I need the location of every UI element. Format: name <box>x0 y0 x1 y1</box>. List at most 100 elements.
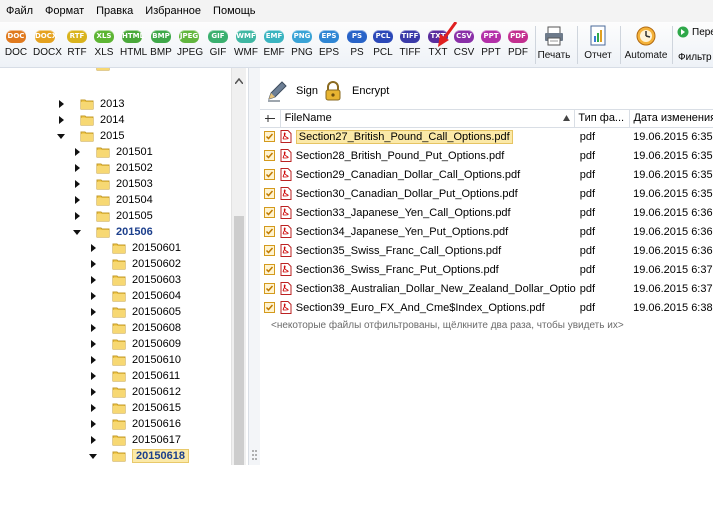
expanded-arrow-icon[interactable] <box>56 131 66 141</box>
checkbox-checked-icon[interactable] <box>264 188 276 199</box>
table-row[interactable]: Section27_British_Pound_Call_Options.pdf… <box>260 127 713 146</box>
collapsed-arrow-icon[interactable] <box>56 99 66 109</box>
collapsed-arrow-icon[interactable] <box>72 211 82 221</box>
format-button-emf[interactable]: EMF EMF <box>262 30 286 58</box>
format-button-wmf[interactable]: WMF WMF <box>234 30 258 58</box>
collapsed-arrow-icon[interactable] <box>88 243 98 253</box>
expanded-arrow-icon[interactable] <box>72 227 82 237</box>
tree-item[interactable]: 20150602 <box>88 256 181 272</box>
menu-format[interactable]: Формат <box>39 5 90 17</box>
collapsed-arrow-icon[interactable] <box>72 179 82 189</box>
checkbox-checked-icon[interactable] <box>264 226 276 237</box>
automate-button[interactable]: Automate <box>624 25 668 61</box>
scroll-thumb[interactable] <box>234 216 244 465</box>
tree-item[interactable]: 20150611 <box>88 368 180 384</box>
header-type[interactable]: Тип фа... <box>575 110 631 127</box>
format-button-pcl[interactable]: PCL PCL <box>371 30 395 58</box>
checkbox-checked-icon[interactable] <box>264 245 276 256</box>
header-date[interactable]: Дата изменения <box>630 110 713 127</box>
tree-item[interactable]: 20150608 <box>88 320 181 336</box>
table-row[interactable]: Section35_Swiss_Franc_Call_Options.pdf pd… <box>260 241 713 260</box>
report-button[interactable]: Отчет <box>582 25 614 61</box>
menu-favorites[interactable]: Избранное <box>139 5 207 17</box>
row-checkbox[interactable] <box>260 150 280 161</box>
collapsed-arrow-icon[interactable] <box>56 115 66 125</box>
print-button[interactable]: Печать <box>537 25 571 61</box>
collapsed-arrow-icon[interactable] <box>88 323 98 333</box>
format-button-docx[interactable]: DOCX DOCX <box>33 30 62 58</box>
collapsed-arrow-icon[interactable] <box>88 259 98 269</box>
row-checkbox[interactable] <box>260 283 280 294</box>
menu-file[interactable]: Файл <box>0 5 39 17</box>
filter-label[interactable]: Фильтр <box>678 52 712 63</box>
menu-help[interactable]: Помощь <box>207 5 262 17</box>
sign-button[interactable]: Sign <box>266 80 318 102</box>
format-button-html[interactable]: HTML HTML <box>120 30 147 58</box>
collapsed-arrow-icon[interactable] <box>88 403 98 413</box>
table-row[interactable]: Section39_Euro_FX_And_Cme$Index_Options.… <box>260 298 713 317</box>
tree-item[interactable]: 2015 <box>56 128 124 144</box>
format-button-ps[interactable]: PS PS <box>345 30 369 58</box>
tree-item[interactable]: 20150604 <box>88 288 181 304</box>
checkbox-checked-icon[interactable] <box>264 302 276 313</box>
table-row[interactable]: Section34_Japanese_Yen_Put_Options.pdf pd… <box>260 222 713 241</box>
checkbox-checked-icon[interactable] <box>264 283 276 294</box>
format-button-eps[interactable]: EPS EPS <box>317 30 341 58</box>
tree-item[interactable]: 20150616 <box>88 416 181 432</box>
row-checkbox[interactable] <box>260 226 280 237</box>
tree-item[interactable]: 20150615 <box>88 400 181 416</box>
format-button-doc[interactable]: DOC DOC <box>4 30 28 58</box>
tree-item[interactable]: 20150601 <box>88 240 181 256</box>
row-checkbox[interactable] <box>260 207 280 218</box>
header-filename[interactable]: FileName <box>281 110 576 127</box>
tree-item[interactable]: 20150617 <box>88 432 181 448</box>
format-button-bmp[interactable]: BMP BMP <box>149 30 173 58</box>
tree-item[interactable]: 201505 <box>72 208 153 224</box>
row-checkbox[interactable] <box>260 169 280 180</box>
checkbox-checked-icon[interactable] <box>264 169 276 180</box>
filtered-note[interactable]: <некоторые файлы отфильтрованы, щёлкните… <box>271 320 624 331</box>
table-row[interactable]: Section33_Japanese_Yen_Call_Options.pdf p… <box>260 203 713 222</box>
row-checkbox[interactable] <box>260 245 280 256</box>
collapsed-arrow-icon[interactable] <box>88 371 98 381</box>
row-checkbox[interactable] <box>260 302 280 313</box>
tree-item[interactable]: 201502 <box>72 160 153 176</box>
format-button-jpeg[interactable]: JPEG JPEG <box>177 30 203 58</box>
collapsed-arrow-icon[interactable] <box>88 275 98 285</box>
grid-hscrollbar[interactable] <box>260 452 713 465</box>
encrypt-button[interactable]: Encrypt <box>322 80 389 102</box>
format-button-xls[interactable]: XLS XLS <box>92 30 116 58</box>
tree-item[interactable]: 201501 <box>72 144 153 160</box>
tree-item[interactable]: 20150603 <box>88 272 181 288</box>
checkbox-checked-icon[interactable] <box>264 150 276 161</box>
table-row[interactable]: Section38_Australian_Dollar_New_Zealand_… <box>260 279 713 298</box>
tree-item[interactable]: 201504 <box>72 192 153 208</box>
row-checkbox[interactable] <box>260 264 280 275</box>
next-button[interactable]: Пере <box>677 26 713 38</box>
collapsed-arrow-icon[interactable] <box>88 435 98 445</box>
table-row[interactable]: Section36_Swiss_Franc_Put_Options.pdf pdf… <box>260 260 713 279</box>
checkbox-checked-icon[interactable] <box>264 264 276 275</box>
tree-item[interactable]: 20150609 <box>88 336 181 352</box>
tree-item[interactable]: 20150612 <box>88 384 181 400</box>
format-button-pdf[interactable]: PDF PDF <box>506 30 530 58</box>
tree-item[interactable]: 201506 <box>72 224 153 240</box>
collapsed-arrow-icon[interactable] <box>88 291 98 301</box>
tree-item[interactable]: 20150618 <box>88 448 189 464</box>
format-button-rtf[interactable]: RTF RTF <box>65 30 89 58</box>
collapsed-arrow-icon[interactable] <box>88 307 98 317</box>
row-checkbox[interactable] <box>260 131 280 142</box>
expanded-arrow-icon[interactable] <box>72 68 82 70</box>
row-checkbox[interactable] <box>260 188 280 199</box>
format-button-ppt[interactable]: PPT PPT <box>479 30 503 58</box>
collapsed-arrow-icon[interactable] <box>88 355 98 365</box>
tree-item[interactable]: 20150605 <box>88 304 181 320</box>
collapsed-arrow-icon[interactable] <box>88 339 98 349</box>
expanded-arrow-icon[interactable] <box>88 451 98 461</box>
collapsed-arrow-icon[interactable] <box>72 147 82 157</box>
collapsed-arrow-icon[interactable] <box>72 195 82 205</box>
scroll-up-icon[interactable] <box>235 78 243 84</box>
checkbox-checked-icon[interactable] <box>264 131 276 142</box>
collapsed-arrow-icon[interactable] <box>88 387 98 397</box>
format-button-png[interactable]: PNG PNG <box>290 30 314 58</box>
